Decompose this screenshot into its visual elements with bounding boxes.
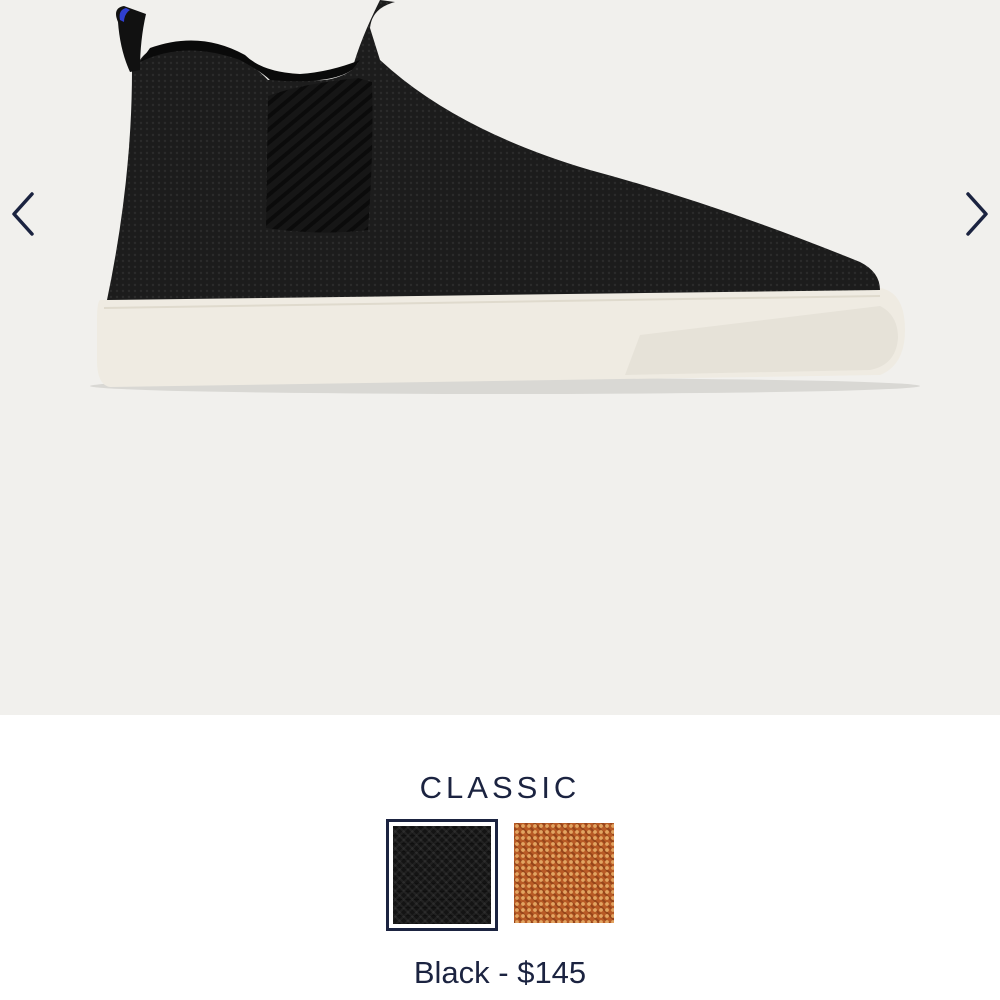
collection-title: CLASSIC (419, 770, 581, 805)
swatch-black[interactable] (386, 819, 498, 931)
next-image-button[interactable] (952, 190, 1000, 238)
product-image-gallery[interactable] (0, 0, 1000, 715)
swatch-rust-fill (514, 823, 614, 923)
previous-image-button[interactable] (0, 190, 48, 238)
product-image (90, 0, 920, 394)
product-details: CLASSIC Black - $145 (0, 715, 1000, 1000)
chevron-left-icon (12, 192, 34, 236)
swatch-black-fill (393, 826, 491, 924)
selected-color-price: Black - $145 (0, 955, 1000, 991)
color-price-separator: - (498, 955, 509, 990)
color-swatches (0, 819, 1000, 931)
selected-color-name: Black (413, 955, 490, 990)
product-price: $145 (517, 955, 587, 990)
chevron-right-icon (966, 192, 988, 236)
swatch-rust[interactable] (514, 823, 614, 923)
